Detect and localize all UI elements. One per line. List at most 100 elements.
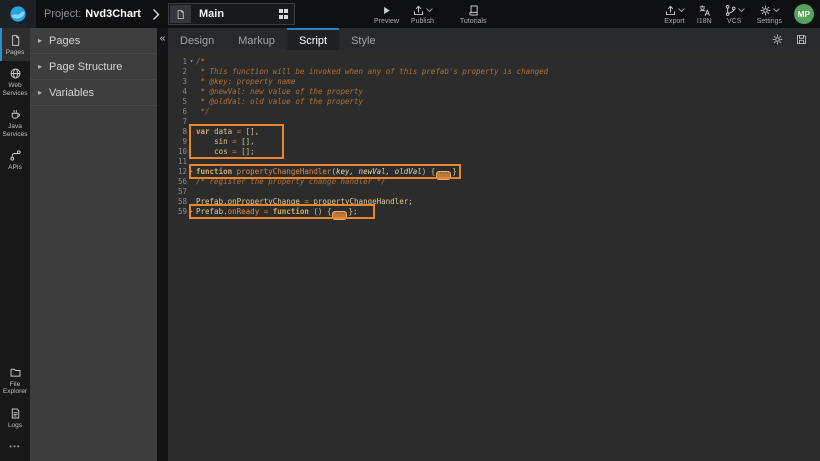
caret-down-icon bbox=[426, 8, 433, 13]
line-number[interactable]: 11 bbox=[168, 157, 187, 167]
i18n-label: I18N bbox=[697, 18, 712, 25]
code-text: /* register the property change handler … bbox=[196, 177, 386, 187]
publish-button[interactable]: Publish bbox=[405, 0, 440, 28]
sidebar-item-label: APIs bbox=[8, 164, 22, 171]
editor-settings-gear-icon[interactable] bbox=[771, 33, 784, 46]
settings-button[interactable]: Settings bbox=[751, 0, 788, 28]
editor-area: DesignMarkupScriptStyle 1▾/*2 * This fun… bbox=[168, 28, 820, 461]
preview-button[interactable]: Preview bbox=[368, 0, 405, 28]
caret-down-icon bbox=[738, 8, 745, 13]
line-number[interactable]: 7 bbox=[168, 117, 187, 127]
line-number[interactable]: 8 bbox=[168, 127, 187, 137]
folded-code-pill[interactable]: ··· bbox=[332, 211, 347, 220]
sidebar-item-apis[interactable]: APIs bbox=[0, 143, 30, 176]
code-text: * This function will be invoked when any… bbox=[196, 67, 548, 77]
tab-script[interactable]: Script bbox=[287, 28, 339, 50]
line-number[interactable]: 57 bbox=[168, 187, 187, 197]
fold-marker-icon[interactable]: ▾ bbox=[187, 57, 196, 67]
sidebar-item-web-services[interactable]: Web Services bbox=[0, 61, 30, 102]
export-icon bbox=[664, 4, 677, 17]
code-text: * @key: property name bbox=[196, 77, 295, 87]
web-services-icon bbox=[9, 67, 22, 80]
save-icon[interactable] bbox=[795, 33, 808, 46]
tutorials-button[interactable]: Tutorials bbox=[454, 0, 493, 28]
vcs-button[interactable]: VCS bbox=[718, 0, 751, 28]
fold-gutter bbox=[187, 187, 196, 197]
fold-gutter bbox=[187, 87, 196, 97]
publish-icon bbox=[412, 4, 425, 17]
accordion-section-page-structure[interactable]: ▸Page Structure bbox=[30, 54, 157, 80]
tab-style[interactable]: Style bbox=[339, 28, 387, 50]
fold-gutter bbox=[187, 127, 196, 137]
line-number[interactable]: 2 bbox=[168, 67, 187, 77]
play-icon bbox=[380, 4, 393, 17]
topbar-right-actions: Export I18N VCSSettings MP bbox=[658, 0, 818, 28]
line-number[interactable]: 6 bbox=[168, 107, 187, 117]
tutorials-label: Tutorials bbox=[460, 18, 487, 25]
line-number[interactable]: 4 bbox=[168, 87, 187, 97]
sidebar-item-pages[interactable]: Pages bbox=[0, 28, 30, 61]
fold-gutter bbox=[187, 177, 196, 187]
line-number[interactable]: 9 bbox=[168, 137, 187, 147]
code-line: 7 bbox=[168, 117, 820, 127]
code-text: * @newVal: new value of the property bbox=[196, 87, 363, 97]
fold-gutter bbox=[187, 77, 196, 87]
code-line: 58 Prefab.onPropertyChange = propertyChan… bbox=[168, 197, 820, 207]
tab-markup[interactable]: Markup bbox=[226, 28, 287, 50]
fold-marker-icon[interactable]: ▸ bbox=[187, 207, 196, 217]
code-text: Prefab.onPropertyChange = propertyChange… bbox=[196, 197, 413, 207]
java-services-icon bbox=[9, 108, 22, 121]
left-icon-rail: Pages Web Services Java Services APIs File E… bbox=[0, 28, 30, 461]
code-line: 12▸function propertyChangeHandler(key, n… bbox=[168, 167, 820, 177]
i18n-button[interactable]: I18N bbox=[691, 0, 718, 28]
user-avatar[interactable]: MP bbox=[794, 4, 814, 24]
line-number[interactable]: 1 bbox=[168, 57, 187, 67]
code-editor[interactable]: 1▾/*2 * This function will be invoked wh… bbox=[168, 50, 820, 461]
folded-code-pill[interactable]: ··· bbox=[436, 171, 451, 180]
sidebar-item-file-explorer[interactable]: File Explorer bbox=[0, 360, 30, 401]
wavemaker-logo-icon bbox=[9, 5, 27, 23]
sidebar-more-button[interactable]: ••• bbox=[0, 434, 30, 461]
line-number[interactable]: 3 bbox=[168, 77, 187, 87]
page-selector[interactable]: Main bbox=[168, 3, 295, 25]
export-button[interactable]: Export bbox=[658, 0, 691, 28]
accordion-section-variables[interactable]: ▸Variables bbox=[30, 80, 157, 106]
accordion-section-pages[interactable]: ▸Pages bbox=[30, 28, 157, 54]
sidebar-item-label: Pages bbox=[6, 49, 24, 56]
code-line: 11 bbox=[168, 157, 820, 167]
fold-gutter bbox=[187, 157, 196, 167]
sidebar-item-logs[interactable]: Logs bbox=[0, 401, 30, 434]
line-number[interactable]: 56 bbox=[168, 177, 187, 187]
line-number[interactable]: 58 bbox=[168, 197, 187, 207]
panel-collapse-button[interactable]: « bbox=[157, 31, 168, 47]
logs-icon bbox=[9, 407, 22, 420]
line-number[interactable]: 10 bbox=[168, 147, 187, 157]
code-text: cos = []; bbox=[196, 147, 255, 157]
code-text: sin = [], bbox=[196, 137, 255, 147]
tab-design[interactable]: Design bbox=[168, 28, 226, 50]
code-text: Prefab.onReady = function () {···}; bbox=[196, 207, 358, 217]
code-text: function propertyChangeHandler(key, newV… bbox=[196, 167, 457, 177]
code-line: 57 bbox=[168, 187, 820, 197]
code-line: 1▾/* bbox=[168, 57, 820, 67]
page-grid-icon[interactable] bbox=[279, 9, 289, 19]
tutorials-icon bbox=[467, 4, 480, 17]
caret-down-icon bbox=[773, 8, 780, 13]
code-line: 4 * @newVal: new value of the property bbox=[168, 87, 820, 97]
code-text: */ bbox=[196, 107, 210, 117]
apis-icon bbox=[9, 149, 22, 162]
line-number[interactable]: 5 bbox=[168, 97, 187, 107]
collapsed-triangle-icon: ▸ bbox=[38, 36, 42, 45]
code-text: var data = [], bbox=[196, 127, 259, 137]
sidebar-item-java-services[interactable]: Java Services bbox=[0, 102, 30, 143]
line-number[interactable]: 12 bbox=[168, 167, 187, 177]
page-doc-icon bbox=[170, 5, 191, 23]
line-number[interactable]: 59 bbox=[168, 207, 187, 217]
settings-icon bbox=[759, 4, 772, 17]
fold-marker-icon[interactable]: ▸ bbox=[187, 167, 196, 177]
fold-gutter bbox=[187, 107, 196, 117]
app-logo[interactable] bbox=[0, 0, 36, 28]
fold-gutter bbox=[187, 197, 196, 207]
collapsed-triangle-icon: ▸ bbox=[38, 88, 42, 97]
sidebar-item-label: Web Services bbox=[0, 82, 30, 97]
